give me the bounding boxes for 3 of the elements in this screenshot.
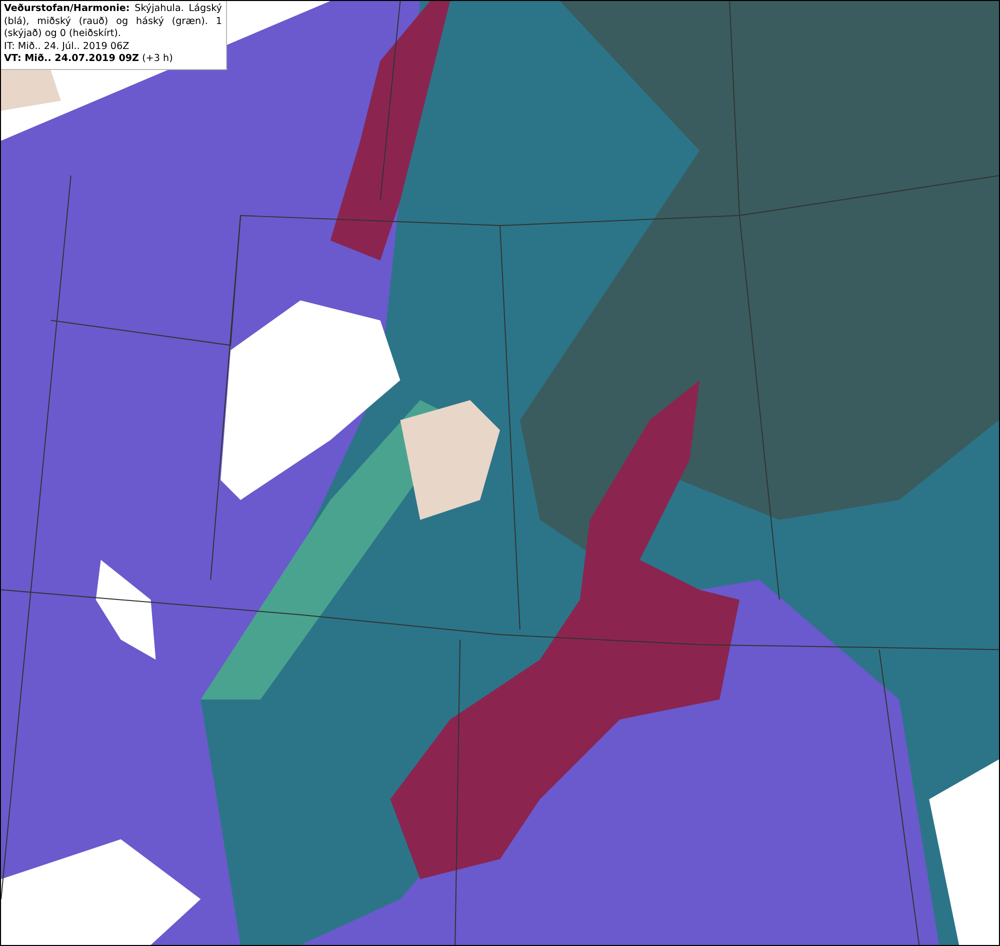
valid-time: VT: Mið.. 24.07.2019 09Z (+3 h) — [4, 53, 174, 66]
legend-description: Veðurstofan/Harmonie: Skýjahula. Lágský (blá), miðský (rauð) og háský (græn). 1 (skýjað) og 0 (heiðskírt). — [4, 3, 222, 41]
issue-time: IT: Mið.. 24. Júl.. 2019 06Z — [4, 40, 130, 54]
